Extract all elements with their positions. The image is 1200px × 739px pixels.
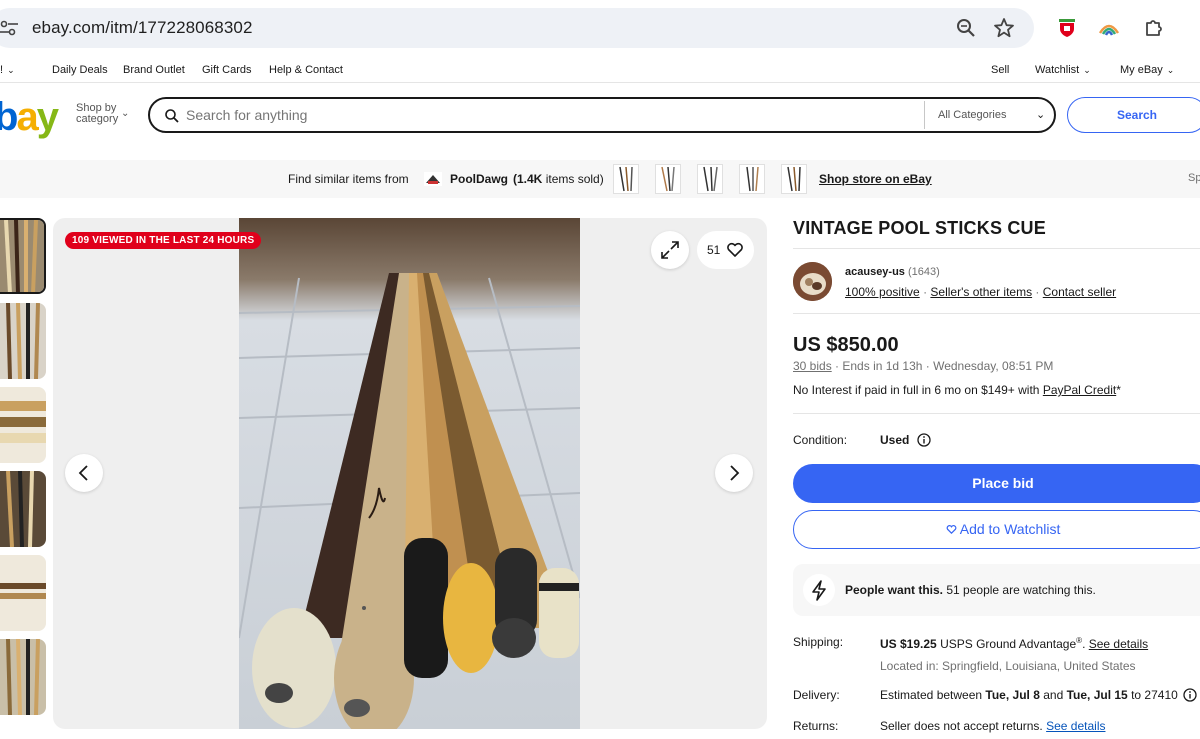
shipping-label: Shipping:	[793, 635, 844, 649]
chevron-down-icon: ⌄	[1036, 109, 1046, 121]
extensions-puzzle-icon[interactable]	[1143, 17, 1165, 39]
chevron-down-icon: ⌄	[121, 108, 130, 119]
shop-by-category[interactable]: Shop by category	[76, 103, 118, 125]
shipping-details-link[interactable]: See details	[1089, 637, 1148, 651]
divider	[793, 313, 1200, 314]
expand-icon	[661, 241, 679, 259]
store-bar: Find similar items from PoolDawg (1.4K i…	[0, 160, 1200, 198]
bid-info: 30 bids · Ends in 1d 13h · Wednesday, 08…	[793, 359, 1053, 373]
thumbnail-3[interactable]	[0, 387, 46, 463]
store-name-link[interactable]: PoolDawg	[450, 172, 508, 186]
sponsored-partial: Sp	[1188, 172, 1200, 184]
watchers-banner: People want this. 51 people are watching…	[793, 564, 1200, 616]
items-sold-text: (1.4K items sold)	[513, 172, 604, 186]
site-info-icon[interactable]	[0, 19, 18, 37]
store-item-thumb[interactable]	[739, 164, 765, 194]
gift-cards-link[interactable]: Gift Cards	[202, 64, 252, 76]
divider	[924, 101, 925, 129]
thumbnail-5[interactable]	[0, 555, 46, 631]
next-image-button[interactable]	[715, 454, 753, 492]
divider	[793, 413, 1200, 414]
browser-toolbar: ebay.com/itm/177228068302	[0, 0, 1200, 57]
chevron-right-icon	[730, 465, 740, 481]
item-location: Located in: Springfield, Louisiana, Unit…	[880, 659, 1136, 673]
ebay-logo[interactable]: bay	[0, 95, 59, 140]
returns-value: Seller does not accept returns. See deta…	[880, 719, 1106, 733]
search-input[interactable]	[186, 107, 886, 123]
add-to-watchlist-button[interactable]: Add to Watchlist	[793, 510, 1200, 549]
header: bay Shop bycategory ⌄ All Categories ⌄ S…	[0, 83, 1200, 153]
item-title: VINTAGE POOL STICKS CUE	[793, 218, 1046, 238]
thumbnail-6[interactable]	[0, 639, 46, 715]
viewed-badge: 109 VIEWED IN THE LAST 24 HOURS	[65, 232, 262, 249]
seller-links: 100% positive · Seller's other items · C…	[845, 285, 1117, 299]
seller-avatar[interactable]	[793, 262, 832, 301]
delivery-label: Delivery:	[793, 688, 840, 702]
place-bid-button[interactable]: Place bid	[793, 464, 1200, 503]
main-product-image[interactable]	[239, 218, 580, 729]
lightning-icon	[803, 574, 835, 606]
bookmark-star-icon[interactable]	[993, 17, 1015, 39]
zoom-icon[interactable]	[955, 17, 977, 39]
delivery-value: Estimated between Tue, Jul 8 and Tue, Ju…	[880, 688, 1197, 702]
watchlist-link[interactable]: Watchlist ⌄	[1035, 64, 1091, 76]
info-icon[interactable]	[917, 433, 931, 447]
watchers-text: People want this. 51 people are watching…	[845, 583, 1096, 597]
brand-outlet-link[interactable]: Brand Outlet	[123, 64, 185, 76]
returns-details-link[interactable]: See details	[1046, 719, 1105, 733]
positive-feedback-link[interactable]: 100% positive	[845, 285, 920, 299]
condition-label: Condition:	[793, 433, 848, 447]
store-item-thumb[interactable]	[697, 164, 723, 194]
daily-deals-link[interactable]: Daily Deals	[52, 64, 108, 76]
help-contact-link[interactable]: Help & Contact	[269, 64, 343, 76]
seller-other-items-link[interactable]: Seller's other items	[930, 285, 1032, 299]
contact-seller-link[interactable]: Contact seller	[1043, 285, 1116, 299]
seller-info: acausey-us (1643)	[845, 266, 940, 278]
chevron-left-icon	[78, 465, 88, 481]
paypal-credit-link[interactable]: PayPal Credit	[1043, 383, 1116, 397]
store-logo-icon	[424, 172, 442, 186]
seller-score: (1643)	[908, 266, 940, 278]
store-item-thumb[interactable]	[781, 164, 807, 194]
seller-name[interactable]: acausey-us	[845, 266, 905, 278]
search-bar: All Categories ⌄	[148, 97, 1056, 133]
store-item-thumb[interactable]	[613, 164, 639, 194]
divider	[793, 248, 1200, 249]
watch-count-button[interactable]: 51	[697, 231, 754, 269]
find-similar-text: Find similar items from	[288, 172, 409, 186]
financing-note: No Interest if paid in full in 6 mo on $…	[793, 383, 1121, 397]
heart-icon	[946, 525, 957, 535]
thumbnail-1[interactable]	[0, 218, 46, 294]
returns-label: Returns:	[793, 719, 839, 733]
rainbow-extension-icon[interactable]	[1098, 17, 1120, 39]
bid-history-link[interactable]: 30 bids	[793, 359, 832, 373]
category-select[interactable]: All Categories	[938, 109, 1006, 121]
url-text[interactable]: ebay.com/itm/177228068302	[32, 18, 253, 38]
top-nav: ! ⌄ Daily Deals Brand Outlet Gift Cards H…	[0, 57, 1200, 83]
info-icon[interactable]	[1183, 688, 1197, 702]
previous-image-button[interactable]	[65, 454, 103, 492]
sell-link[interactable]: Sell	[991, 64, 1009, 76]
search-icon	[165, 109, 179, 123]
shop-store-link[interactable]: Shop store on eBay	[819, 172, 932, 186]
search-button[interactable]: Search	[1067, 97, 1200, 133]
thumbnail-4[interactable]	[0, 471, 46, 547]
condition-value: Used	[880, 433, 931, 447]
thumbnail-2[interactable]	[0, 303, 46, 379]
store-item-thumb[interactable]	[655, 164, 681, 194]
signin-partial[interactable]: ! ⌄	[0, 64, 15, 76]
shipping-value: US $19.25 USPS Ground Advantage®. See de…	[880, 636, 1149, 651]
item-price: US $850.00	[793, 334, 899, 356]
auction-end-time: · Ends in 1d 13h · Wednesday, 08:51 PM	[835, 359, 1054, 373]
my-ebay-link[interactable]: My eBay ⌄	[1120, 64, 1174, 76]
watch-count: 51	[707, 243, 721, 257]
shield-extension-icon[interactable]	[1056, 17, 1078, 39]
expand-button[interactable]	[651, 231, 689, 269]
heart-icon	[727, 242, 743, 257]
image-gallery: 109 VIEWED IN THE LAST 24 HOURS 51	[53, 218, 767, 729]
